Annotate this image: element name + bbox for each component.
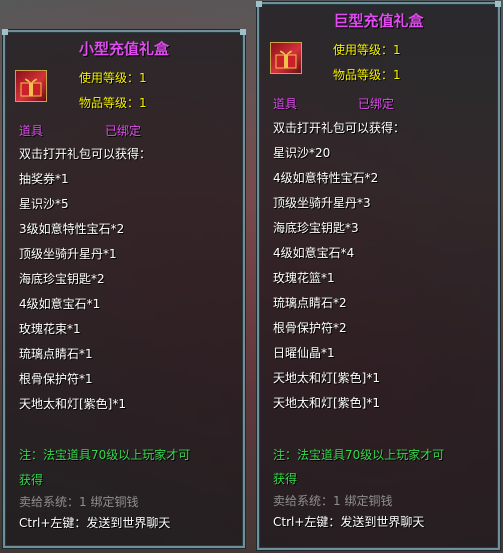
item-level-value: 1 [139,96,147,110]
item-level: 物品等级：1 [79,94,147,111]
ctrl-click-hint: Ctrl+左键：发送到世界聊天 [273,515,425,529]
use-level: 使用等级：1 [333,41,401,58]
item-level-label: 物品等级： [79,96,140,110]
open-instruction: 双击打开礼包可以获得： [19,147,152,161]
sell-price: 卖给系统：1 绑定铜钱 [273,494,393,508]
reward-item: 顶级坐骑升星丹*1 [19,247,117,261]
restriction-note-line2: 获得 [273,472,298,486]
reward-item: 4级如意特性宝石*2 [273,171,379,185]
reward-item: 日曜仙晶*1 [273,346,335,360]
restriction-note-line2: 获得 [19,473,44,487]
reward-item: 根骨保护符*1 [19,372,93,386]
reward-item: 4级如意宝石*1 [19,297,101,311]
use-level-label: 使用等级： [79,71,140,85]
reward-item: 顶级坐骑升星丹*3 [273,196,371,210]
reward-item: 琉璃点睛石*2 [273,296,347,310]
item-type: 道具 [273,97,298,111]
gift-box-icon [270,42,302,74]
item-level: 物品等级：1 [333,66,401,83]
bound-status: 已绑定 [105,124,142,138]
restriction-note-line1: 注：法宝道具70级以上玩家才可 [273,448,445,462]
item-level-value: 1 [393,68,401,82]
reward-item: 根骨保护符*2 [273,321,347,335]
reward-item: 琉璃点睛石*1 [19,347,93,361]
restriction-note-line1: 注：法宝道具70级以上玩家才可 [19,448,191,462]
use-level-value: 1 [139,71,147,85]
item-type: 道具 [19,124,44,138]
item-title: 巨型充值礼盒 [333,12,424,30]
item-tooltip-small-gift-box: 小型充值礼盒 使用等级：1 物品等级：1 道具 已绑定 双击打开礼包可以获得： … [2,29,246,549]
reward-item: 3级如意特性宝石*2 [19,222,125,236]
reward-item: 玫瑰花束*1 [19,322,81,336]
open-instruction: 双击打开礼包可以获得： [273,121,406,135]
bound-status: 已绑定 [358,97,395,111]
item-tooltip-large-gift-box: 巨型充值礼盒 使用等级：1 物品等级：1 道具 已绑定 双击打开礼包可以获得： … [256,1,501,551]
item-level-label: 物品等级： [333,68,394,82]
reward-item: 海底珍宝钥匙*2 [19,272,105,286]
gift-box-icon [15,70,47,102]
ctrl-click-hint: Ctrl+左键：发送到世界聊天 [19,516,171,530]
reward-item: 抽奖券*1 [19,172,69,186]
use-level: 使用等级：1 [79,69,147,86]
item-title: 小型充值礼盒 [78,40,169,58]
sell-price: 卖给系统：1 绑定铜钱 [19,495,139,509]
reward-item: 玫瑰花篮*1 [273,271,335,285]
reward-item: 天地太和灯[紫色]*1 [19,397,126,411]
reward-item: 星识沙*5 [19,197,69,211]
use-level-value: 1 [393,43,401,57]
reward-item: 4级如意宝石*4 [273,246,355,260]
reward-item: 天地太和灯[紫色]*1 [273,371,380,385]
reward-item: 天地太和灯[紫色]*1 [273,396,380,410]
reward-item: 星识沙*20 [273,146,331,160]
reward-item: 海底珍宝钥匙*3 [273,221,359,235]
use-level-label: 使用等级： [333,43,394,57]
